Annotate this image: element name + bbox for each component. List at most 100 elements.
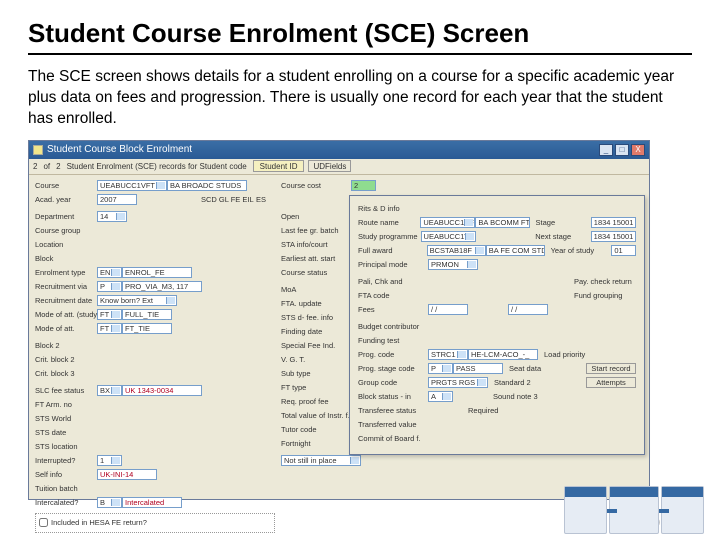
lbl-open: Open xyxy=(281,212,351,221)
lbl-route: Route name xyxy=(358,218,420,227)
page-title: Student Course Enrolment (SCE) Screen xyxy=(28,18,692,55)
lbl-recdt: Recruitment date xyxy=(35,296,97,305)
route-desc[interactable]: BA BCOMM FT xyxy=(475,217,529,228)
modoa2-field[interactable]: FT xyxy=(97,323,122,334)
lbl-hesa: Included in HESA FE return? xyxy=(51,518,147,527)
stat2-field[interactable]: A xyxy=(428,391,453,402)
lbl-crb: Crit. block 2 xyxy=(35,355,97,364)
progstg-desc[interactable]: PASS xyxy=(453,363,503,374)
acyr-field[interactable]: 2007 xyxy=(97,194,137,205)
close-button[interactable]: X xyxy=(631,144,645,156)
popup-window: Rits & D info Route nameUEABUCC1VFBA BCO… xyxy=(349,195,645,455)
notstill-field[interactable]: Not still in place xyxy=(281,455,361,466)
lbl-reuse: Required xyxy=(468,406,530,415)
lbl-trfree: Transferee status xyxy=(358,406,428,415)
lbl-int: Intercalated? xyxy=(35,498,97,507)
nav-sep: of xyxy=(43,162,50,171)
titlebar: Student Course Block Enrolment _ □ X xyxy=(29,141,649,159)
lbl-enr: Enrolment type xyxy=(35,268,97,277)
modoa2-desc[interactable]: FT_TIE xyxy=(122,323,172,334)
lbl-fawd: Full award xyxy=(358,246,427,255)
lbl-block: Block xyxy=(35,254,97,263)
lbl-acyr: Acad. year xyxy=(35,195,97,204)
start-record-button[interactable]: Start record xyxy=(586,363,636,374)
course-field[interactable]: UEABUCC1VFT xyxy=(97,180,167,191)
attempts-button[interactable]: Attempts xyxy=(586,377,636,388)
route-field[interactable]: UEABUCC1VF xyxy=(420,217,475,228)
fee-date2[interactable]: / / xyxy=(508,304,548,315)
rec-desc[interactable]: PRO_VIA_M3, 117 xyxy=(122,281,202,292)
lbl-group: Group code xyxy=(358,378,428,387)
int-desc[interactable]: Intercalated xyxy=(122,497,182,508)
lbl-spd: Sound note 3 xyxy=(493,392,555,401)
next-field[interactable]: 1834 15001 xyxy=(591,231,636,242)
toolbar-summary: Student Enrolment (SCE) records for Stud… xyxy=(67,162,247,171)
maximize-button[interactable]: □ xyxy=(615,144,629,156)
lbl-sprog: Study programme xyxy=(358,232,421,241)
lbl-tlrv: Total value of Instr. f. xyxy=(281,411,351,420)
lbl-yos: Year of study xyxy=(551,246,612,255)
progcd-field[interactable]: STRC1 xyxy=(428,349,468,360)
lbl-progcd: Prog. code xyxy=(358,350,428,359)
udfields-button[interactable]: UDFields xyxy=(308,160,351,172)
modoa-desc[interactable]: FULL_TIE xyxy=(122,309,172,320)
lbl-course: Course xyxy=(35,181,97,190)
app-icon xyxy=(33,145,43,155)
progcd-desc[interactable]: HE-LCM-ACO_-_ xyxy=(468,349,538,360)
stage-field[interactable]: 1834 15001 xyxy=(591,217,636,228)
lbl-regov: Req. proof fee xyxy=(281,397,351,406)
lbl-scd: SCD GL FE EIL xyxy=(201,195,256,204)
lbl-prechk: Pay. check return xyxy=(574,277,636,286)
recdt-field[interactable]: Know born? Ext xyxy=(97,295,177,306)
fee-desc[interactable]: UK 1343-0034 xyxy=(122,385,202,396)
student-id-field[interactable]: Student ID xyxy=(253,160,305,172)
lbl-sta: STA info/court xyxy=(281,240,351,249)
fawd-desc[interactable]: BA FE COM STDS xyxy=(486,245,545,256)
lbl-stsw: STS World xyxy=(35,414,97,423)
lbl-std: Standard 2 xyxy=(494,378,556,387)
lbl-frt: Fortnight xyxy=(281,439,351,448)
lbl-imt: Interrupted? xyxy=(35,456,97,465)
lbl-budget: Budget contributor xyxy=(358,322,428,331)
enr-desc[interactable]: ENROL_FE xyxy=(122,267,192,278)
lbl-moa: MoA xyxy=(281,285,351,294)
lbl-vst: V. G. T. xyxy=(281,355,351,364)
int-field[interactable]: B xyxy=(97,497,122,508)
lbl-fty: FT type xyxy=(281,383,351,392)
talk-field[interactable]: PRMON xyxy=(428,259,478,270)
intro-text: The SCE screen shows details for a stude… xyxy=(28,67,692,130)
lbl-self: Self info xyxy=(35,470,97,479)
rec-field[interactable]: P xyxy=(97,281,122,292)
lbl-seat: Seat data xyxy=(509,364,571,373)
enr-field[interactable]: EN xyxy=(97,267,122,278)
nav-total: 2 xyxy=(56,162,60,171)
lbl-loc: Location xyxy=(35,240,97,249)
left-column: CourseUEABUCC1VFTBA BROADC STUDS Acad. y… xyxy=(29,175,279,499)
modoa-field[interactable]: FT xyxy=(97,309,122,320)
lbl-progstg: Prog. stage code xyxy=(358,364,428,373)
lbl-ftest: Funding test xyxy=(358,336,428,345)
self-field[interactable]: UK-INI-14 xyxy=(97,469,157,480)
toolbar: 2 of 2 Student Enrolment (SCE) records f… xyxy=(29,159,649,175)
sprog-field[interactable]: UEABUCC1VF xyxy=(421,231,476,242)
lbl-stsd: STS date xyxy=(35,428,97,437)
lbl-tutcd: Tutor code xyxy=(281,425,351,434)
lbl-stsf: STS d- fee. info xyxy=(281,313,351,322)
minimize-button[interactable]: _ xyxy=(599,144,613,156)
fee-field[interactable]: BX xyxy=(97,385,122,396)
imt-field[interactable]: 1 xyxy=(97,455,122,466)
yos-field[interactable]: 01 xyxy=(611,245,636,256)
lbl-spc: Special Fee Ind. xyxy=(281,341,351,350)
lbl-modoa2: Mode of att. xyxy=(35,324,97,333)
course-desc[interactable]: BA BROADC STUDS xyxy=(167,180,247,191)
lbl-tb: Tuition batch xyxy=(35,484,97,493)
hesa-checkbox[interactable] xyxy=(39,518,48,527)
app-window: Student Course Block Enrolment _ □ X 2 o… xyxy=(28,140,650,500)
window-title: Student Course Block Enrolment xyxy=(47,144,192,155)
fawd-field[interactable]: BCSTAB18F xyxy=(427,245,486,256)
dept-field[interactable]: 14 xyxy=(97,211,127,222)
group-field[interactable]: PRGTS RGS xyxy=(428,377,488,388)
ccost-field[interactable]: 2 xyxy=(351,180,376,191)
progstg-field[interactable]: P xyxy=(428,363,453,374)
fee-date1[interactable]: / / xyxy=(428,304,468,315)
